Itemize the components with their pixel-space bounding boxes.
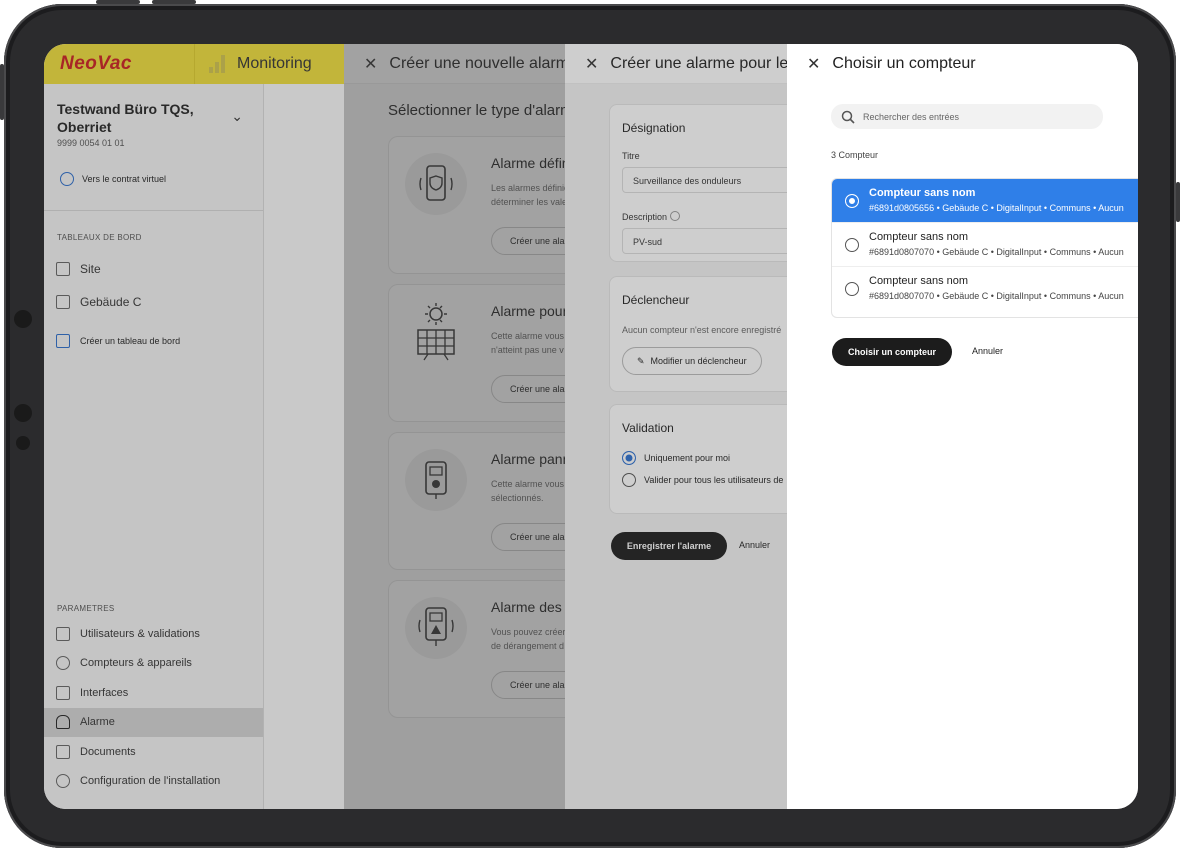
meter-name: Compteur sans nom [869,187,976,199]
meter-text: Compteur sans nom #6891d0807070 • Gebäud… [869,231,1124,257]
search-placeholder: Rechercher des entrées [863,111,960,122]
meter-text: Compteur sans nom #6891d0807070 • Gebäud… [869,275,1124,301]
power-button [0,64,4,120]
camera-dot [14,310,32,328]
choose-meter-button[interactable]: Choisir un compteur [832,338,952,366]
radio-unselected[interactable] [845,238,859,252]
radio-selected[interactable] [845,194,859,208]
list-item[interactable]: Compteur sans nom #6891d0805656 • Gebäud… [832,179,1138,223]
dim-overlay [344,44,565,809]
dim-overlay [565,44,787,809]
panel-title: Choisir un compteur [832,55,976,72]
meter-text: Compteur sans nom #6891d0805656 • Gebäud… [869,187,1124,213]
sensor-dot [16,436,30,450]
radio-unselected[interactable] [845,282,859,296]
meter-name: Compteur sans nom [869,275,969,287]
meter-name: Compteur sans nom [869,231,969,243]
close-icon[interactable]: ✕ [807,54,820,74]
list-item[interactable]: Compteur sans nom #6891d0807070 • Gebäud… [832,267,1138,311]
meter-count: 3 Compteur [831,150,879,160]
side-button [1176,182,1180,222]
meter-details: #6891d0807070 • Gebäude C • DigitalInput… [869,291,1124,301]
volume-button [96,0,140,4]
cancel-button[interactable]: Annuler [972,346,1003,356]
list-item[interactable]: Compteur sans nom #6891d0807070 • Gebäud… [832,223,1138,267]
volume-button [152,0,196,4]
choose-meter-panel-header: ✕ Choisir un compteur [787,44,1138,84]
search-icon [841,110,855,124]
meter-list: Compteur sans nom #6891d0805656 • Gebäud… [831,178,1138,318]
meter-details: #6891d0807070 • Gebäude C • DigitalInput… [869,247,1124,257]
screen: NeoVac Monitoring Testwand Büro TQS, Obe… [44,44,1138,809]
search-input[interactable]: Rechercher des entrées [831,104,1103,129]
choose-meter-panel: ✕ Choisir un compteur Rechercher des ent… [787,44,1138,809]
camera-dot [14,404,32,422]
meter-details: #6891d0805656 • Gebäude C • DigitalInput… [869,203,1124,213]
dim-overlay [44,44,344,809]
